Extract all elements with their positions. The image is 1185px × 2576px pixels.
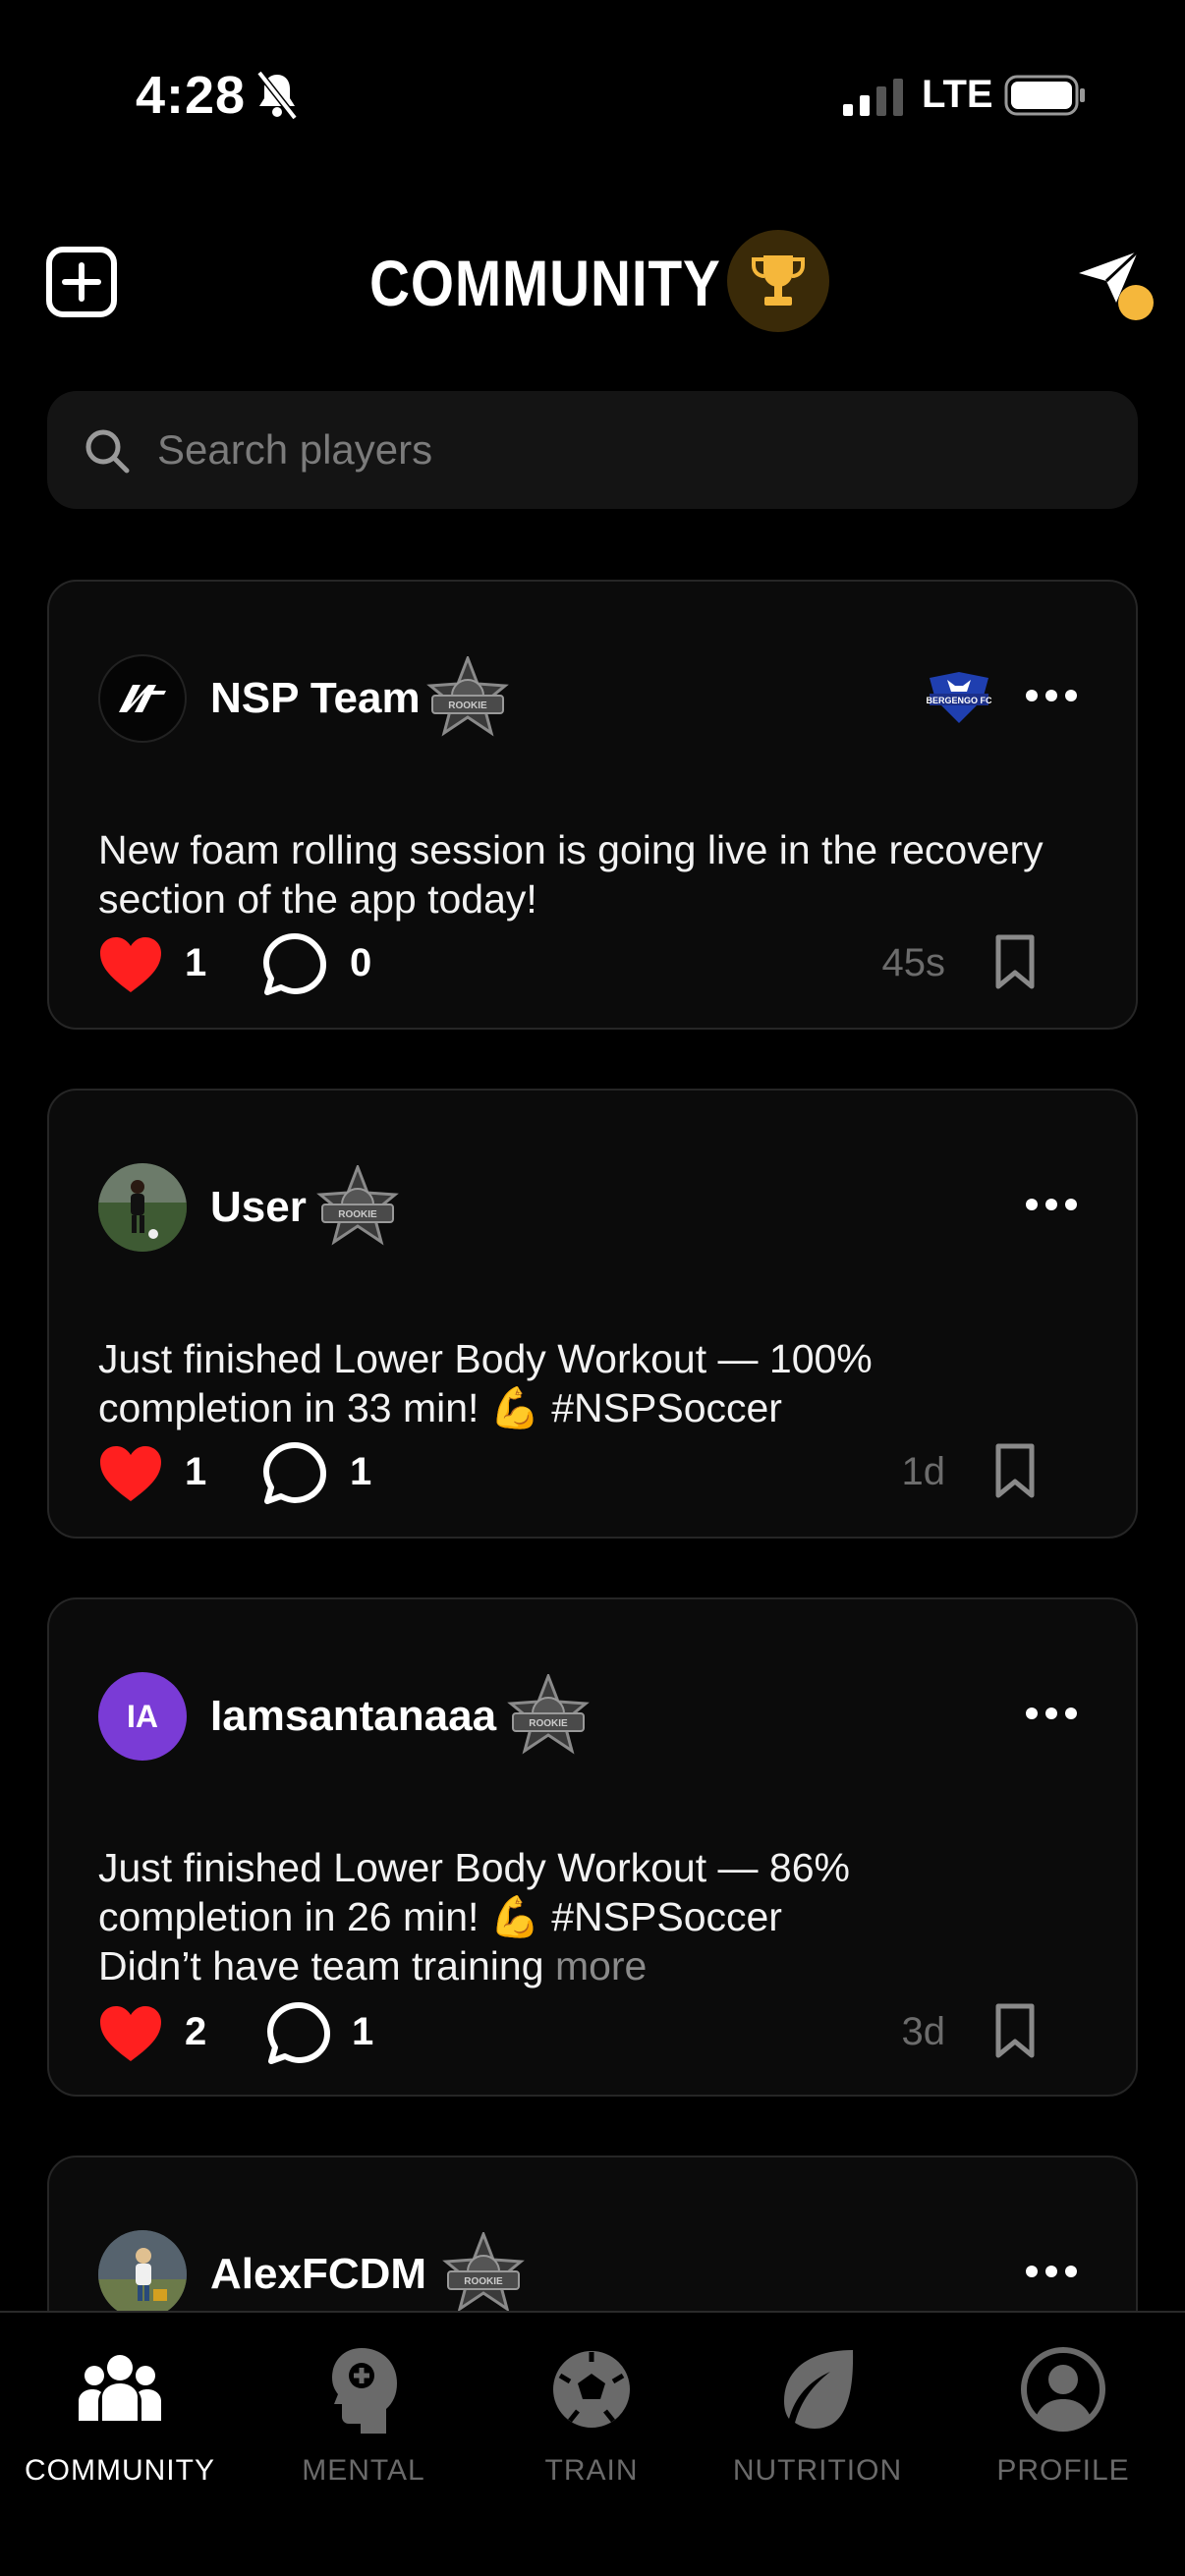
post-text: New foam rolling session is going live i… (98, 827, 1044, 922)
post-author[interactable]: NSP Team (210, 674, 421, 723)
bookmark-icon[interactable] (994, 933, 1036, 990)
like-heart-icon[interactable] (98, 2004, 163, 2063)
comment-icon[interactable] (261, 931, 328, 998)
notification-dot (1118, 285, 1154, 320)
post-text-line: Just finished Lower Body Workout — 86% (98, 1845, 850, 1890)
rookie-badge-icon: ROOKIE (442, 2232, 525, 2313)
tab-label: TRAIN (544, 2454, 639, 2487)
svg-text:ROOKIE: ROOKIE (529, 1718, 568, 1729)
comment-count: 1 (352, 2010, 374, 2053)
bookmark-icon[interactable] (994, 2002, 1036, 2059)
comment-count: 1 (350, 1450, 372, 1493)
post-time: 3d (901, 2010, 946, 2053)
more-options-icon[interactable] (1024, 686, 1079, 705)
community-icon (79, 2355, 161, 2421)
team-logo-text: BERGENGO FC (926, 696, 992, 705)
battery-icon (1004, 75, 1085, 116)
new-post-button[interactable] (45, 246, 118, 318)
avatar[interactable] (98, 1163, 187, 1252)
post-card: User ROOKIE Just finished Lower Body Wor… (47, 1089, 1138, 1539)
like-count: 1 (185, 1450, 207, 1493)
signal-icon (843, 79, 903, 116)
leaderboard-button[interactable] (727, 230, 829, 332)
like-count: 1 (185, 941, 207, 984)
post-text: Just finished Lower Body Workout — 100% … (98, 1336, 873, 1430)
rookie-badge-icon: ROOKIE (316, 1165, 399, 1246)
like-heart-icon[interactable] (98, 935, 163, 994)
user-photo-icon (98, 1163, 187, 1252)
nsp-logo-icon (119, 685, 166, 712)
profile-icon (1021, 2347, 1105, 2432)
post-card: NSP Team ROOKIE BERGENGO FC New foam rol… (47, 580, 1138, 1030)
rookie-badge-icon: ROOKIE (426, 656, 509, 737)
post-card: IA Iamsantanaaa ROOKIE Just finished Low… (47, 1597, 1138, 2097)
post-text: Just finished Lower Body Workout — 86% c… (98, 1843, 1061, 1990)
messages-button[interactable] (1077, 250, 1154, 320)
tab-profile[interactable]: PROFILE (945, 2342, 1181, 2509)
search-bar[interactable] (47, 391, 1138, 509)
post-text-line: Didn’t have team training (98, 1943, 544, 1988)
tab-label: MENTAL (302, 2454, 425, 2487)
avatar[interactable]: IA (98, 1672, 187, 1761)
network-type: LTE (922, 73, 993, 116)
more-options-icon[interactable] (1024, 2262, 1079, 2281)
search-input[interactable] (157, 417, 1100, 483)
tab-label: NUTRITION (732, 2454, 903, 2487)
leaf-icon (784, 2350, 854, 2429)
avatar[interactable] (98, 2230, 187, 2319)
svg-text:ROOKIE: ROOKIE (448, 700, 487, 711)
post-actions: 1 0 45s (98, 927, 1091, 1006)
svg-text:ROOKIE: ROOKIE (464, 2276, 503, 2287)
more-options-icon[interactable] (1024, 1195, 1079, 1214)
avatar-initials: IA (127, 1698, 158, 1734)
tab-community[interactable]: COMMUNITY (2, 2342, 238, 2509)
post-author[interactable]: User (210, 1183, 307, 1232)
post-text-line: completion in 26 min! 💪 #NSPSoccer (98, 1894, 782, 1939)
post-time: 45s (881, 941, 946, 984)
more-options-icon[interactable] (1024, 1704, 1079, 1723)
comment-icon[interactable] (261, 1440, 328, 1507)
tab-label: COMMUNITY (25, 2454, 215, 2487)
post-time: 1d (901, 1450, 946, 1493)
post-author[interactable]: Iamsantanaaa (210, 1692, 496, 1741)
tab-nutrition[interactable]: NUTRITION (700, 2342, 935, 2509)
tab-label: PROFILE (996, 2454, 1130, 2487)
read-more-link[interactable]: more (555, 1943, 647, 1988)
post-actions: 2 1 3d (98, 1996, 1091, 2075)
team-logo-icon: BERGENGO FC (926, 672, 992, 723)
mental-icon (332, 2348, 397, 2434)
svg-text:ROOKIE: ROOKIE (338, 1209, 377, 1220)
tab-mental[interactable]: MENTAL (246, 2342, 481, 2509)
like-heart-icon[interactable] (98, 1444, 163, 1503)
avatar[interactable] (98, 654, 187, 743)
user-photo-icon (98, 2230, 187, 2319)
page-title: COMMUNITY (369, 247, 721, 319)
bookmark-icon[interactable] (994, 1442, 1036, 1499)
status-bar: 4:28 LTE (0, 0, 1185, 187)
search-icon (85, 429, 130, 474)
tab-train[interactable]: TRAIN (474, 2342, 709, 2509)
comment-icon[interactable] (265, 2000, 332, 2067)
post-actions: 1 1 1d (98, 1436, 1091, 1515)
trophy-icon (752, 255, 805, 306)
post-author[interactable]: AlexFCDM (210, 2250, 426, 2299)
soccer-ball-icon (551, 2349, 632, 2430)
comment-count: 0 (350, 941, 372, 984)
bottom-tab-bar: COMMUNITY MENTAL TRAIN NUTRITION PROFILE (0, 2311, 1185, 2576)
status-time: 4:28 (136, 66, 247, 125)
like-count: 2 (185, 2010, 207, 2053)
silent-bell-icon (256, 70, 298, 121)
rookie-badge-icon: ROOKIE (507, 1674, 590, 1755)
